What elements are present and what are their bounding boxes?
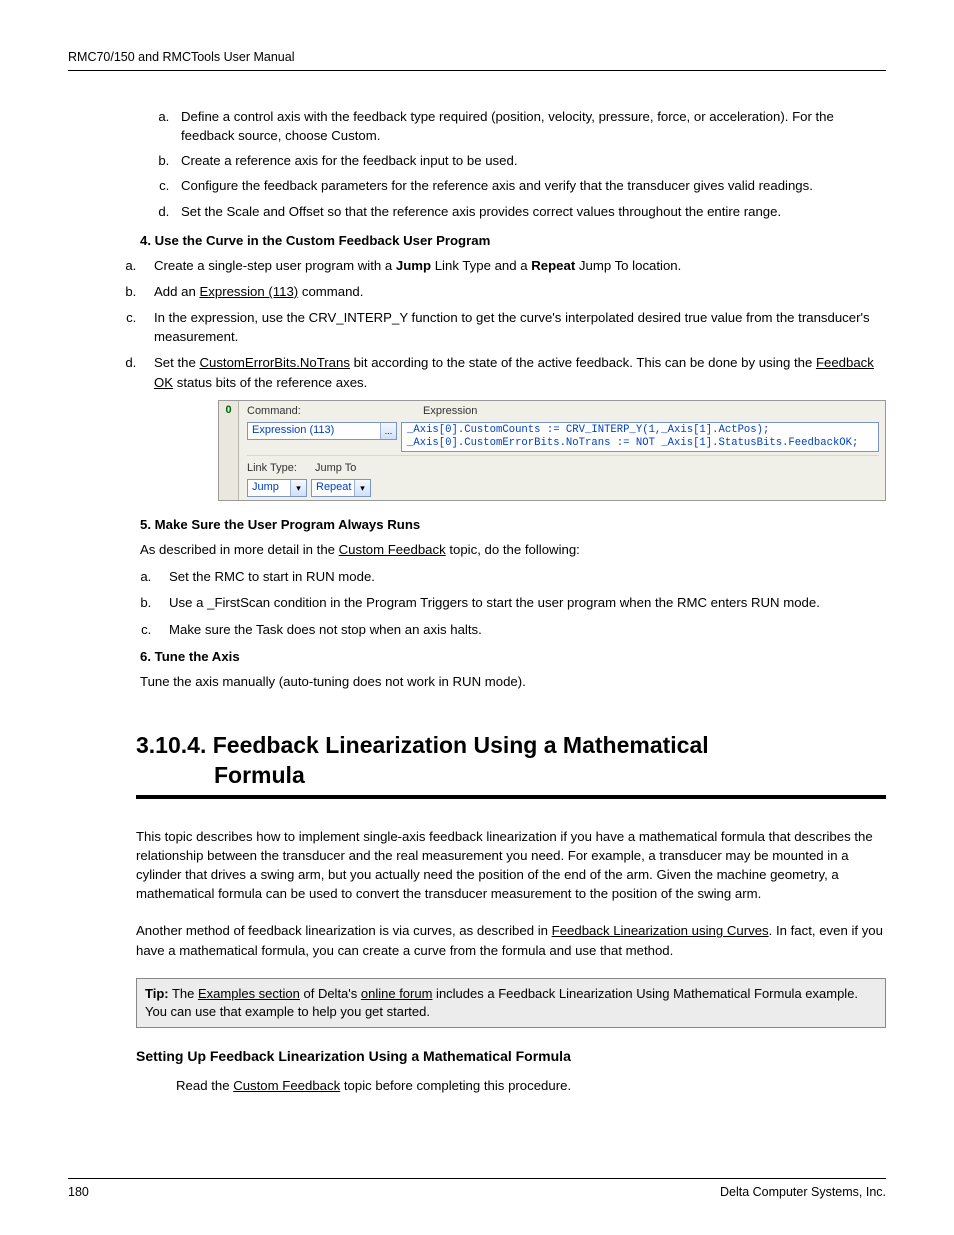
text: Link Type and a — [431, 258, 531, 273]
text: Set the — [154, 355, 199, 370]
label-expression: Expression — [423, 404, 477, 420]
text: Another method of feedback linearization… — [136, 923, 552, 938]
step5-intro: As described in more detail in the Custo… — [140, 540, 886, 559]
list-item: Set the CustomErrorBits.NoTrans bit acco… — [140, 353, 886, 391]
text: bit according to the state of the active… — [350, 355, 816, 370]
chevron-down-icon[interactable]: ▾ — [290, 480, 306, 496]
label-command: Command: — [247, 404, 423, 420]
step4-sublist: Create a single-step user program with a… — [140, 256, 886, 392]
link-text[interactable]: online forum — [361, 986, 433, 1001]
list-item: In the expression, use the CRV_INTERP_Y … — [140, 308, 886, 346]
section-title: 3.10.4. Feedback Linearization Using a M… — [136, 731, 886, 791]
tip-label: Tip: — [145, 986, 169, 1001]
step6-heading: 6. Tune the Axis — [140, 647, 886, 666]
linktype-combobox[interactable]: Jump ▾ — [247, 479, 307, 497]
link-text[interactable]: Feedback Linearization using Curves — [552, 923, 769, 938]
text: Read the — [176, 1078, 233, 1093]
link-text[interactable]: Custom Feedback — [339, 542, 446, 557]
page-content: Define a control axis with the feedback … — [68, 107, 886, 1095]
text: Create a single-step user program with a — [154, 258, 396, 273]
bold-text: Repeat — [531, 258, 575, 273]
step6-text: Tune the axis manually (auto-tuning does… — [140, 672, 886, 691]
linktype-value: Jump — [248, 480, 290, 496]
chevron-down-icon[interactable]: ▾ — [354, 480, 370, 496]
text: Add an — [154, 284, 199, 299]
list-item: Create a single-step user program with a… — [140, 256, 886, 275]
section-para1: This topic describes how to implement si… — [136, 827, 886, 904]
text: topic before completing this procedure. — [340, 1078, 571, 1093]
footer-company: Delta Computer Systems, Inc. — [720, 1185, 886, 1199]
list-item: Set the Scale and Offset so that the ref… — [173, 202, 886, 221]
list-item: Configure the feedback parameters for th… — [173, 176, 886, 195]
subsection-heading: Setting Up Feedback Linearization Using … — [136, 1046, 886, 1066]
link-text[interactable]: Examples section — [198, 986, 300, 1001]
link-text[interactable]: Custom Feedback — [233, 1078, 340, 1093]
link-text[interactable]: Expression (113) — [199, 284, 298, 299]
user-program-figure: 0 Command: Expression Expression (113) .… — [218, 400, 886, 501]
list-item: Set the RMC to start in RUN mode. — [155, 567, 886, 586]
title-line1: 3.10.4. Feedback Linearization Using a M… — [136, 732, 709, 758]
text: status bits of the reference axes. — [173, 375, 367, 390]
text: The — [169, 986, 198, 1001]
jumpto-combobox[interactable]: Repeat ▾ — [311, 479, 371, 497]
step4-heading: 4. Use the Curve in the Custom Feedback … — [140, 231, 886, 250]
text: Jump To location. — [575, 258, 681, 273]
section-rule — [136, 795, 886, 799]
page-header: RMC70/150 and RMCTools User Manual — [68, 50, 886, 71]
step5-heading: 5. Make Sure the User Program Always Run… — [140, 515, 886, 534]
page-footer: 180 Delta Computer Systems, Inc. — [68, 1178, 886, 1199]
command-browse-button[interactable]: ... — [380, 423, 396, 439]
bold-text: Jump — [396, 258, 431, 273]
label-linktype: Link Type: — [247, 461, 315, 477]
text: topic, do the following: — [446, 542, 580, 557]
command-value: Expression (113) — [248, 423, 380, 439]
list-item: Add an Expression (113) command. — [140, 282, 886, 301]
list-item: Use a _FirstScan condition in the Progra… — [155, 593, 886, 612]
list-item: Create a reference axis for the feedback… — [173, 151, 886, 170]
jumpto-value: Repeat — [312, 480, 354, 496]
tip-box: Tip: The Examples section of Delta's onl… — [136, 978, 886, 1028]
page-number: 180 — [68, 1185, 89, 1199]
label-jumpto: Jump To — [315, 461, 356, 477]
step-index: 0 — [219, 401, 239, 500]
read-line: Read the Custom Feedback topic before co… — [176, 1076, 886, 1095]
command-combobox[interactable]: Expression (113) ... — [247, 422, 397, 440]
step3-sublist: Define a control axis with the feedback … — [173, 107, 886, 221]
text: As described in more detail in the — [140, 542, 339, 557]
section-para2: Another method of feedback linearization… — [136, 921, 886, 959]
link-text[interactable]: CustomErrorBits.NoTrans — [199, 355, 349, 370]
text: of Delta's — [300, 986, 361, 1001]
expression-textbox[interactable]: _Axis[0].CustomCounts := CRV_INTERP_Y(1,… — [401, 422, 879, 452]
title-line2: Formula — [136, 761, 886, 791]
text: command. — [298, 284, 363, 299]
step5-sublist: Set the RMC to start in RUN mode. Use a … — [155, 567, 886, 638]
list-item: Define a control axis with the feedback … — [173, 107, 886, 145]
list-item: Make sure the Task does not stop when an… — [155, 620, 886, 639]
